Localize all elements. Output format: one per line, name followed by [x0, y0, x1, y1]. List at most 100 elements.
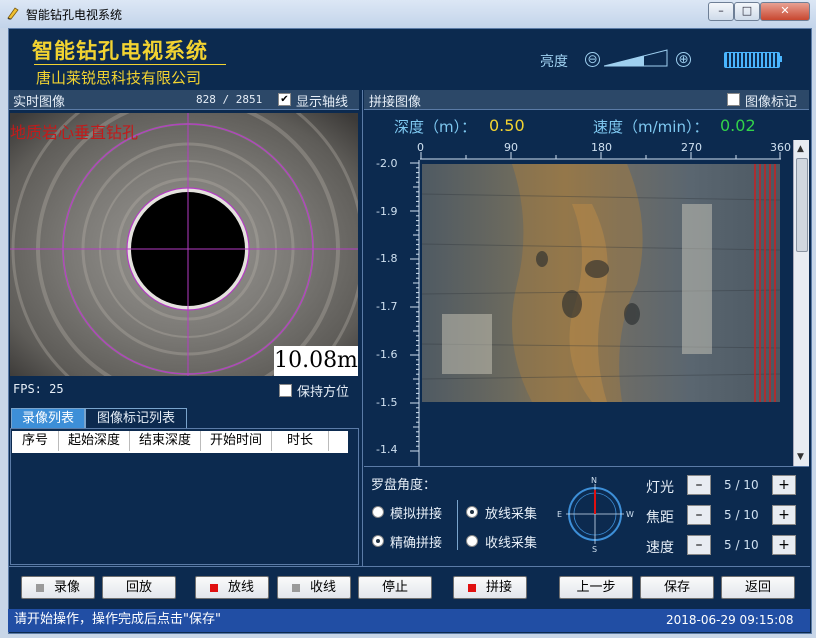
light-value: 5 / 10	[724, 478, 759, 492]
simulate-stitch-label: 模拟拼接	[390, 507, 443, 522]
column-header-index[interactable]: 序号	[12, 431, 59, 451]
speed-value: 0.02	[720, 116, 756, 135]
stitched-borehole-image	[422, 164, 780, 402]
focus-plus-button[interactable]: +	[772, 505, 796, 525]
retract-acquire-label: 收线采集	[485, 536, 538, 551]
show-axis-checkbox[interactable]: ✔	[278, 93, 291, 106]
focus-minus-button[interactable]: –	[687, 505, 711, 525]
scrollbar-thumb[interactable]	[796, 158, 808, 252]
previous-step-button[interactable]: 上一步	[559, 576, 633, 599]
brightness-slider[interactable]	[604, 49, 668, 67]
scroll-up-arrow-icon[interactable]: ▲	[797, 144, 804, 154]
record-indicator-icon	[35, 583, 44, 592]
scroll-down-arrow-icon[interactable]: ▼	[797, 452, 804, 462]
record-button[interactable]: 录像	[21, 576, 95, 599]
video-depth-readout: 10.08m	[274, 346, 358, 376]
mosaic-title: 拼接图像	[369, 95, 422, 110]
depth-label: 深度（m）：	[394, 118, 477, 136]
speed-minus-button[interactable]: –	[687, 535, 711, 555]
depth-value: 0.50	[489, 116, 525, 135]
column-header-duration[interactable]: 时长	[272, 431, 329, 451]
stitch-button[interactable]: 拼接	[453, 576, 527, 599]
speed-control-value: 5 / 10	[724, 538, 759, 552]
compass-icon	[566, 484, 624, 544]
depth-tick-1.9: -1.9	[376, 205, 398, 218]
video-overlay-caption: 地质岩心垂直钻孔	[10, 123, 139, 142]
speed-plus-button[interactable]: +	[772, 535, 796, 555]
realtime-video	[10, 113, 358, 376]
depth-ruler	[410, 160, 420, 466]
speed-label: 速度（m/min）：	[593, 118, 709, 136]
app-icon	[7, 7, 19, 20]
release-button[interactable]: 放线	[195, 576, 269, 599]
release-acquire-label: 放线采集	[485, 507, 538, 522]
precise-stitch-label: 精确拼接	[390, 536, 443, 551]
table-header-row: 序号 起始深度 结束深度 开始时间 时长	[12, 431, 348, 453]
radio-group-divider	[457, 500, 458, 550]
status-timestamp: 2018-06-29 09:15:08	[666, 613, 794, 627]
release-button-label: 放线	[227, 580, 254, 595]
status-bar: 请开始操作，操作完成后点击"保存" 2018-06-29 09:15:08	[8, 609, 810, 632]
compass-label: 罗盘角度：	[371, 478, 437, 493]
brightness-label: 亮度	[540, 54, 568, 70]
status-message: 请开始操作，操作完成后点击"保存"	[14, 612, 221, 627]
depth-tick-1.7: -1.7	[376, 300, 398, 313]
brightness-minus-button[interactable]: ⊖	[585, 52, 600, 67]
compass-s: S	[592, 545, 598, 554]
keep-orientation-label: 保持方位	[297, 385, 350, 400]
focus-label: 焦距	[646, 510, 674, 526]
light-label: 灯光	[646, 480, 674, 496]
compass-w: W	[626, 510, 634, 519]
tab-image-mark-list[interactable]: 图像标记列表	[85, 408, 187, 428]
release-indicator-icon	[209, 583, 218, 592]
depth-tick-1.6: -1.6	[376, 348, 398, 361]
column-header-start-depth[interactable]: 起始深度	[59, 431, 130, 451]
window-title: 智能钻孔电视系统	[26, 8, 123, 22]
release-acquire-radio[interactable]	[466, 506, 478, 518]
window-titlebar[interactable]	[0, 0, 816, 28]
compass-n: N	[591, 476, 597, 485]
tab-recording-list[interactable]: 录像列表	[11, 408, 85, 428]
depth-tick-1.5: -1.5	[376, 396, 398, 409]
frame-counter: 828 / 2851	[196, 93, 263, 106]
bottom-divider	[9, 566, 810, 567]
battery-icon	[724, 52, 780, 68]
fps-readout: FPS: 25	[13, 382, 64, 396]
precise-stitch-radio[interactable]	[372, 535, 384, 547]
realtime-title: 实时图像	[13, 95, 66, 110]
minimize-button[interactable]: –	[708, 2, 734, 21]
stitch-button-label: 拼接	[485, 580, 512, 595]
column-header-end-depth[interactable]: 结束深度	[130, 431, 201, 451]
light-minus-button[interactable]: –	[687, 475, 711, 495]
depth-tick-1.4: -1.4	[376, 443, 398, 456]
speed-control-label: 速度	[646, 540, 674, 556]
keep-orientation-checkbox[interactable]	[279, 384, 292, 397]
stop-button[interactable]: 停止	[358, 576, 432, 599]
record-button-label: 录像	[53, 580, 80, 595]
image-mark-label: 图像标记	[745, 95, 798, 110]
company-name: 唐山莱锐思科技有限公司	[36, 69, 202, 87]
retract-acquire-radio[interactable]	[466, 535, 478, 547]
depth-tick-1.8: -1.8	[376, 252, 398, 265]
angle-ruler	[420, 152, 781, 160]
save-button[interactable]: 保存	[640, 576, 714, 599]
brightness-plus-button[interactable]: ⊕	[676, 52, 691, 67]
panel-divider	[362, 90, 363, 566]
maximize-button[interactable]: □	[734, 2, 760, 21]
retract-button[interactable]: 收线	[277, 576, 351, 599]
back-button[interactable]: 返回	[721, 576, 795, 599]
playback-button[interactable]: 回放	[102, 576, 176, 599]
retract-button-label: 收线	[309, 580, 336, 595]
image-mark-checkbox[interactable]	[727, 93, 740, 106]
depth-tick-2.0: -2.0	[376, 157, 398, 170]
retract-indicator-icon	[291, 583, 300, 592]
mosaic-scrollbar[interactable]: ▲ ▼	[793, 140, 809, 466]
focus-value: 5 / 10	[724, 508, 759, 522]
simulate-stitch-radio[interactable]	[372, 506, 384, 518]
app-title: 智能钻孔电视系统	[32, 39, 208, 63]
close-button[interactable]: ✕	[760, 2, 810, 21]
stitch-indicator-icon	[467, 583, 476, 592]
compass-e: E	[557, 510, 563, 519]
column-header-start-time[interactable]: 开始时间	[201, 431, 272, 451]
light-plus-button[interactable]: +	[772, 475, 796, 495]
